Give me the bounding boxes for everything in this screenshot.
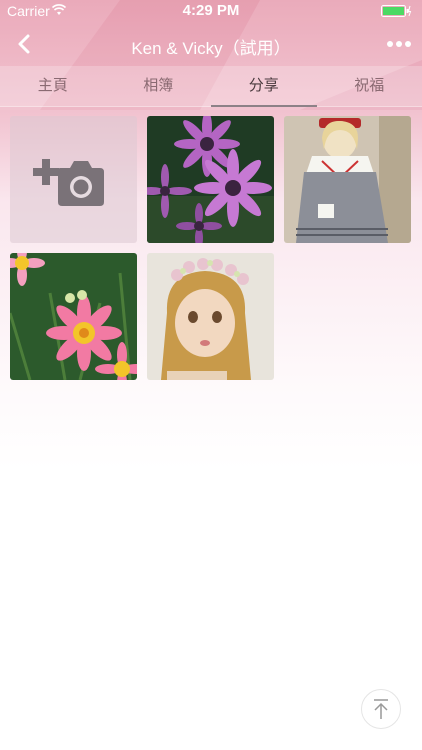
scroll-top-button[interactable] [361, 689, 401, 729]
tab-album[interactable]: 相簿 [106, 66, 212, 106]
status-time: 4:29 PM [182, 2, 240, 19]
photo-purple-daisies[interactable] [147, 116, 274, 243]
photo-image [147, 253, 274, 380]
navigation-bar: Ken & Vicky（試用） [0, 22, 422, 66]
photo-image [147, 116, 274, 243]
photo-image [284, 116, 411, 243]
photo-doll-portrait[interactable] [147, 253, 274, 380]
tab-share[interactable]: 分享 [211, 66, 317, 106]
tab-active-indicator [211, 105, 317, 107]
status-bar: Carrier 4:29 PM [0, 0, 422, 22]
photo-doll-sitting[interactable] [284, 116, 411, 243]
photo-pink-daisies[interactable] [10, 253, 137, 380]
more-dots-icon[interactable] [386, 34, 412, 54]
back-chevron-icon[interactable] [12, 30, 34, 58]
page-title: Ken & Vicky（試用） [131, 39, 291, 58]
add-camera-icon [33, 159, 104, 206]
add-photo-button[interactable] [10, 116, 137, 243]
tab-bar: 主頁 相簿 分享 祝福 [0, 66, 422, 107]
scroll-top-icon [374, 699, 388, 719]
photo-image [10, 253, 137, 380]
tab-home[interactable]: 主頁 [0, 66, 106, 106]
battery-icon [381, 5, 412, 17]
tab-blessing[interactable]: 祝福 [317, 66, 422, 106]
